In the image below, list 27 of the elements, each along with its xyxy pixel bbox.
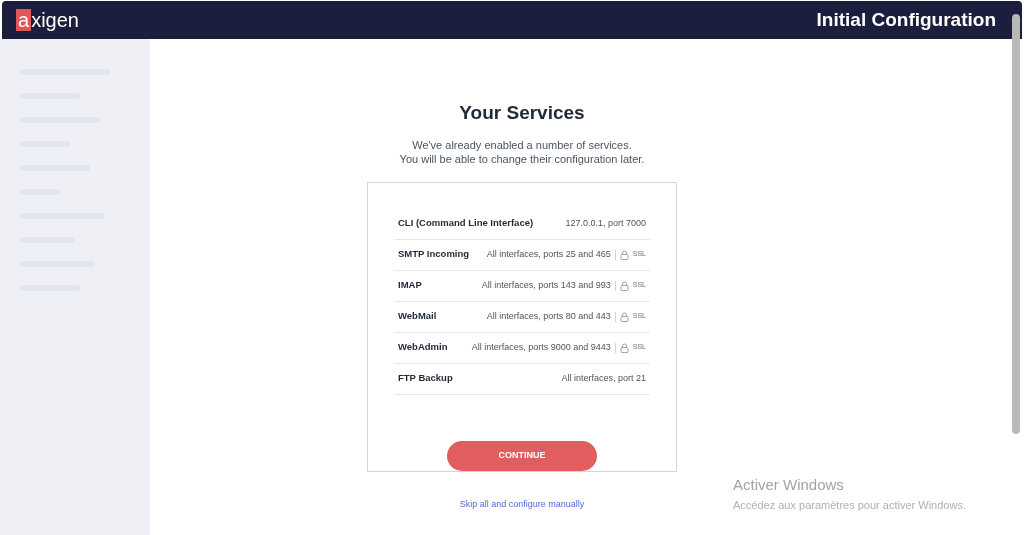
lock-icon [619,311,629,322]
skip-link[interactable]: Skip all and configure manually [459,497,585,511]
service-name: CLI (Command Line Interface) [398,216,534,231]
service-name: FTP Backup [398,371,453,386]
service-name: WebMail [398,309,437,324]
logo-text: xigen [31,9,79,31]
service-name: SMTP Incoming [398,247,470,262]
service-name: WebAdmin [398,340,448,355]
scrollbar[interactable] [1012,14,1020,434]
service-detail: 127.0.0.1, port 7000 [565,216,646,230]
subtitle-text: You will be able to change their configuration later. [399,151,645,166]
lock-icon [619,342,629,353]
service-detail: All interfaces, ports 143 and 993 [481,278,611,292]
page-title: Initial Configuration [816,7,996,32]
activation-message: Accédez aux paramètres pour activer Windows. [733,497,966,513]
service-detail: All interfaces, ports 80 and 443 [486,309,611,323]
lock-icon [619,280,629,291]
activation-title: Activer Windows [733,475,845,495]
logo-mark: a [16,9,32,31]
service-detail: All interfaces, port 21 [561,371,646,385]
subtitle-text: We've already enabled a number of services. [412,137,632,152]
continue-button[interactable]: CONTINUE [447,440,597,471]
lock-icon [619,249,629,260]
service-detail: All interfaces, ports 25 and 465 [486,247,611,261]
service-detail: All interfaces, ports 9000 and 9443 [471,340,611,354]
dialog-title: Your Services [459,101,585,125]
service-name: IMAP [398,278,422,293]
